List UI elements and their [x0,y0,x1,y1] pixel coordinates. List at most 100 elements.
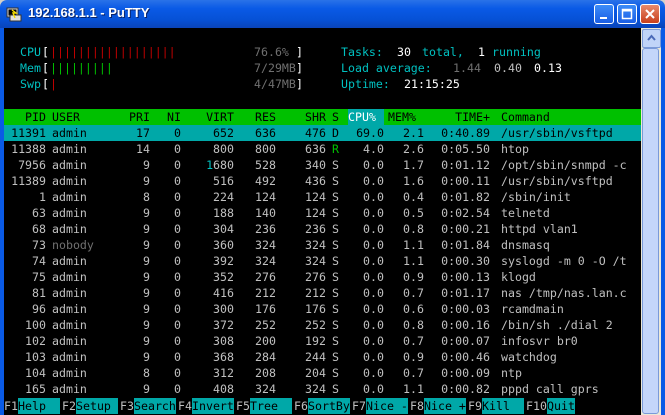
fkey-f8[interactable]: F8 [410,398,424,414]
cell-shr: 436 [305,174,326,188]
cell-cpu: 0.0 [363,158,384,172]
cell-user: admin [52,190,87,204]
fkey-label-f2[interactable]: Setup [76,398,118,414]
cell-ni: 0 [174,382,181,396]
cell-time: 0:05.50 [441,142,490,156]
process-row[interactable]: 102 admin 9 0 308 200 192 S 0.0 0.7 0:00.07 infosvr… [4,333,641,349]
swp-meter-open: [ [42,77,49,91]
cell-shr: 324 [305,238,326,252]
fkey-label-f3[interactable]: Search [134,398,176,414]
cell-pid: 63 [32,206,46,220]
process-row[interactable]: 7956 admin 9 0 1680 528 340 S 0.0 1.7 0:01.12/opt/… [4,157,641,173]
minimize-button[interactable] [594,4,614,24]
cell-pid: 102 [25,334,46,348]
fkey-label-f1[interactable]: Help [18,398,60,414]
fkey-f6[interactable]: F6 [294,398,308,414]
fkey-label-f6[interactable]: SortBy [308,398,350,414]
process-row[interactable]: 63 admin 9 0 188 140 124 S 0.0 0.5 0:02.54 telnetd [4,205,641,221]
cell-time: 0:00.09 [441,366,490,380]
col-pid[interactable]: PID [4,109,46,125]
cell-res: 324 [255,238,276,252]
col-command[interactable]: Command [501,109,550,125]
fkey-label-f7[interactable]: Nice - [366,398,408,414]
fkey-label-f4[interactable]: Invert [192,398,234,414]
col-res[interactable]: RES [240,109,276,125]
process-row[interactable]: 75 admin 9 0 352 276 276 S 0.0 0.9 0:00.13 klogd [4,269,641,285]
col-ni[interactable]: NI [157,109,181,125]
col-cpu-sorted[interactable]: CPU% [348,109,384,125]
cell-ni: 0 [174,350,181,364]
fkey-f9[interactable]: F9 [468,398,482,414]
cell-ni: 0 [174,254,181,268]
process-row[interactable]: 74 admin 9 0 392 324 324 S 0.0 1.1 0:00.30 syslogd … [4,253,641,269]
col-user[interactable]: USER [52,109,80,125]
fkey-f7[interactable]: F7 [352,398,366,414]
cell-pid: 74 [32,254,46,268]
cell-ni: 0 [174,270,181,284]
vertical-scrollbar[interactable] [641,28,661,415]
fkey-f2[interactable]: F2 [62,398,76,414]
cell-pri: 9 [143,174,150,188]
scroll-up-button[interactable] [642,29,661,48]
process-row[interactable]: 100 admin 9 0 372 252 252 S 0.0 0.8 0:00.16/bin/sh… [4,317,641,333]
cell-virt: 304 [213,222,234,236]
cell-virt: 360 [213,238,234,252]
fkey-f10[interactable]: F10 [526,398,547,414]
process-row[interactable]: 165 admin 9 0 408 324 324 S 0.0 1.1 0:00.82 pppd ca… [4,381,641,397]
process-row[interactable]: 96 admin 9 0 300 176 176 S 0.0 0.6 0:00.03 rcamdmai… [4,301,641,317]
swp-meter-value: 4/47MB [254,77,296,91]
fkey-f3[interactable]: F3 [120,398,134,414]
cell-cmd: /usr/sbin/vsftpd [501,174,613,188]
col-virt[interactable]: VIRT [194,109,234,125]
cell-mem: 0.8 [403,222,424,236]
col-shr[interactable]: SHR [290,109,326,125]
cell-pid: 75 [32,270,46,284]
fkey-label-f5[interactable]: Tree [250,398,292,414]
process-row[interactable]: 81 admin 9 0 416 212 212 S 0.0 0.7 0:01.17 nas /tmp… [4,285,641,301]
cell-s: S [332,382,339,396]
cell-cmd: /bin/sh ./dial 2 [501,318,613,332]
cell-time: 0:00.30 [441,254,490,268]
cell-res: 252 [255,318,276,332]
fkey-label-f8[interactable]: Nice + [424,398,466,414]
fkey-label-f10[interactable]: Quit [547,398,575,414]
fkey-f4[interactable]: F4 [178,398,192,414]
putty-terminal-icon[interactable] [6,6,22,22]
cell-user: admin [52,254,87,268]
process-row[interactable]: 11388 admin 14 0 800 800 636 R 4.0 2.6 0:05.50 htop [4,141,641,157]
fkey-f1[interactable]: F1 [4,398,18,414]
cpu-meter-label: CPU [20,45,41,59]
process-row[interactable]: 73 nobody 9 0 360 324 324 S 0.0 1.1 0:01.84 dnsmasq [4,237,641,253]
maximize-button[interactable] [617,4,637,24]
title-bar[interactable]: 192.168.1.1 - PuTTY [0,0,665,28]
tasks-label: Tasks: [341,45,383,59]
process-row[interactable]: 104 admin 8 0 312 208 204 S 0.0 0.7 0:00.09 ntp [4,365,641,381]
cell-res: 284 [255,350,276,364]
process-row[interactable]: 11389 admin 9 0 516 492 436 S 0.0 1.6 0:00.11/usr/… [4,173,641,189]
fkey-f5[interactable]: F5 [236,398,250,414]
cell-virt: 368 [213,350,234,364]
process-row[interactable]: 103 admin 9 0 368 284 244 S 0.0 0.9 0:00.46 watchdo… [4,349,641,365]
fkey-label-f9[interactable]: Kill [482,398,524,414]
cell-virt: 800 [213,142,234,156]
col-mem[interactable]: MEM% [388,109,416,125]
scroll-thumb[interactable] [642,48,659,414]
close-button[interactable] [640,4,660,24]
terminal-area[interactable]: CPU [ |||||||||||||||||| 76.6% ] Mem [ |… [4,28,641,415]
cell-cmd: htop [501,142,529,156]
cell-pri: 9 [143,270,150,284]
col-time[interactable]: TIME+ [434,109,490,125]
cell-shr: 244 [305,350,326,364]
col-pri[interactable]: PRI [122,109,150,125]
process-row[interactable]: 68 admin 9 0 304 236 236 S 0.0 0.8 0:00.21 httpd vl… [4,221,641,237]
col-state[interactable]: S [332,109,339,125]
cell-ni: 0 [174,286,181,300]
process-row[interactable]: 11391 admin 17 0 652 636 476 D 69.0 2.1 0:40.89/us… [4,125,641,141]
cell-cpu: 0.0 [363,206,384,220]
cell-s: S [332,318,339,332]
cell-s: S [332,270,339,284]
cell-cmd: dnsmasq [501,238,550,252]
cell-pri: 9 [143,254,150,268]
load-average-label: Load average: [341,61,432,75]
process-row[interactable]: 1 admin 8 0 224 124 124 S 0.0 0.4 0:01.82/sbin/ini… [4,189,641,205]
